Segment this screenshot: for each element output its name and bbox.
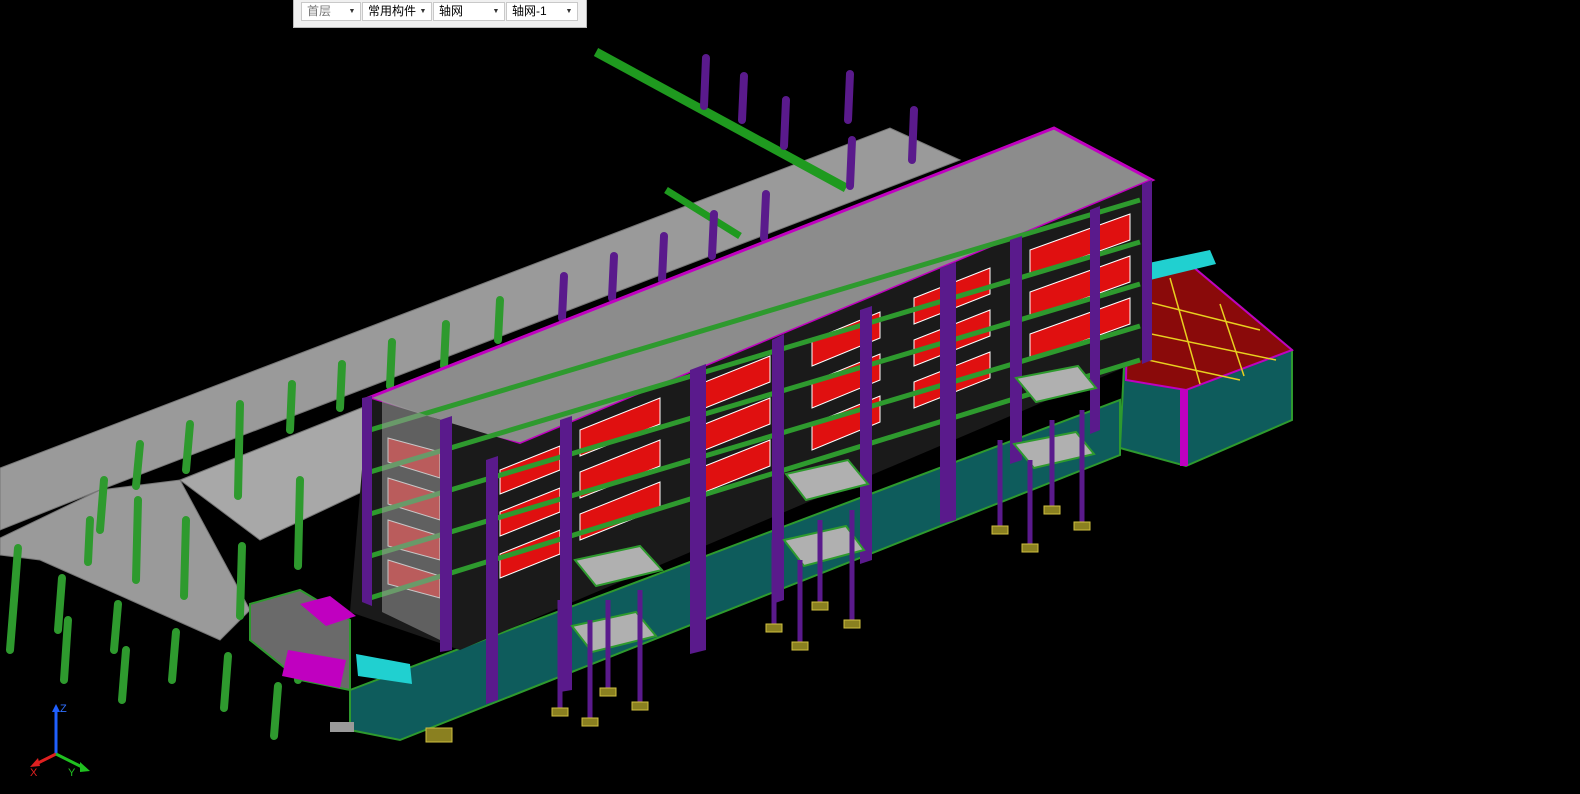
y-axis-line (55, 752, 85, 770)
3d-model-viewport[interactable]: Z X Y (0, 0, 1580, 794)
x-axis-label: X (30, 767, 38, 779)
y-axis-label: Y (68, 767, 76, 779)
axis-gizmo: Z X Y (30, 703, 90, 779)
z-axis-label: Z (60, 703, 67, 715)
